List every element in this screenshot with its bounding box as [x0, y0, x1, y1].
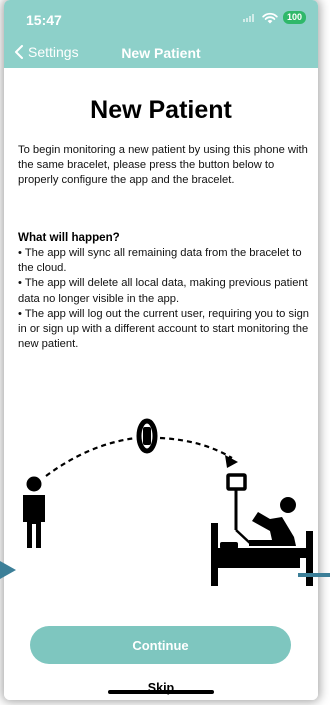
pointer-arrow-left [0, 561, 16, 579]
page-title: New Patient [90, 96, 232, 124]
status-indicators: 100 [242, 11, 306, 24]
nav-title: New Patient [121, 45, 201, 61]
status-time: 15:47 [26, 12, 62, 28]
list-item: • The app will sync all remaining data f… [18, 247, 302, 275]
wifi-icon [262, 12, 278, 23]
battery-badge: 100 [282, 11, 306, 24]
section-heading: What will happen? [18, 231, 120, 244]
home-indicator [108, 690, 214, 694]
hospital-bed-icon [211, 473, 313, 586]
bracelet-icon [136, 418, 158, 454]
continue-button[interactable]: Continue [30, 626, 291, 664]
signal-icon [242, 13, 257, 22]
list-item: • The app will log out the current user,… [18, 307, 310, 351]
status-bar: 15:47 100 [4, 0, 318, 38]
steps-list: • The app will sync all remaining data f… [18, 246, 310, 352]
list-item: • The app will delete all local data, ma… [18, 277, 308, 305]
transfer-illustration [23, 418, 313, 586]
person-icon [23, 476, 45, 548]
navigation-bar: Settings New Patient [4, 38, 318, 68]
main-content: New Patient To begin monitoring a new pa… [4, 68, 318, 700]
pointer-line-right [298, 573, 330, 577]
phone-screen: 15:47 100 Settings New Patient New Patie… [4, 0, 318, 700]
intro-text: To begin monitoring a new patient by usi… [18, 144, 308, 187]
